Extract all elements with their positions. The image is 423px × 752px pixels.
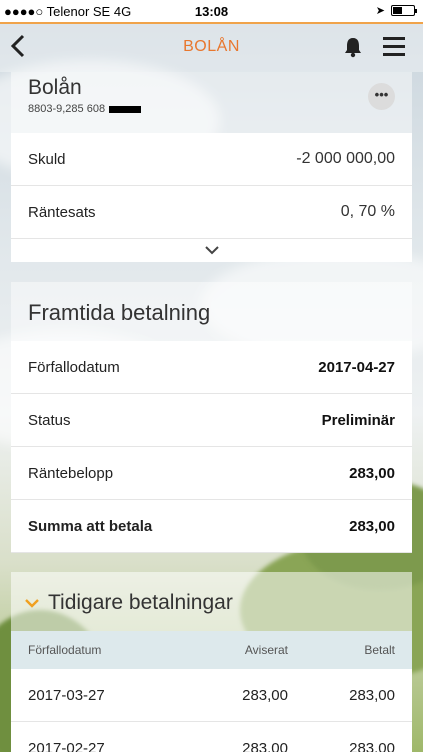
column-billed: Aviserat [244, 643, 288, 657]
table-row[interactable]: 2017-03-27 283,00 283,00 [11, 669, 412, 722]
debt-label: Skuld [28, 150, 66, 168]
upcoming-payment-title: Framtida betalning [11, 282, 412, 341]
status-label: Status [28, 411, 71, 429]
previous-payments-title: Tidigare betalningar [48, 591, 233, 614]
table-row[interactable]: 2017-02-27 283,00 283,00 [11, 722, 412, 752]
menu-button[interactable] [383, 37, 405, 57]
previous-payments-card: Tidigare betalningar Förfallodatum Avise… [11, 572, 412, 752]
status-value: Preliminär [321, 411, 395, 429]
due-date-value: 2017-04-27 [318, 358, 395, 376]
expand-details-button[interactable] [11, 239, 412, 262]
total-due-value: 283,00 [349, 517, 395, 535]
nav-bar: BOLÅN [0, 22, 423, 72]
more-options-button[interactable]: ••• [368, 83, 395, 110]
account-number: 8803-9,285 608 [28, 103, 142, 115]
due-date-label: Förfallodatum [28, 358, 120, 376]
interest-amount-row: Räntebelopp 283,00 [11, 447, 412, 500]
row-paid: 283,00 [349, 739, 395, 752]
upcoming-payment-card: Framtida betalning Förfallodatum 2017-04… [11, 282, 412, 553]
chevron-down-icon [204, 246, 219, 255]
battery-icon [391, 5, 417, 16]
account-card: Bolån 8803-9,285 608 ••• Skuld -2 000 00… [11, 72, 412, 262]
table-header: Förfallodatum Aviserat Betalt [11, 631, 412, 669]
total-due-label: Summa att betala [28, 517, 153, 535]
accent-line [0, 22, 423, 24]
account-name: Bolån [28, 76, 82, 99]
previous-payments-toggle[interactable]: Tidigare betalningar [11, 572, 412, 631]
redaction-bar [109, 105, 142, 113]
interest-amount-value: 283,00 [349, 464, 395, 482]
interest-rate-row: Räntesats 0, 70 % [11, 186, 412, 239]
debt-row: Skuld -2 000 000,00 [11, 133, 412, 186]
debt-value: -2 000 000,00 [296, 150, 395, 167]
interest-rate-label: Räntesats [28, 203, 96, 221]
hamburger-menu-icon [383, 37, 405, 40]
notifications-button[interactable] [343, 36, 363, 58]
interest-amount-label: Räntebelopp [28, 464, 114, 482]
column-paid: Betalt [364, 643, 395, 657]
status-time: 13:08 [194, 4, 229, 19]
row-billed: 283,00 [242, 739, 288, 752]
chevron-down-icon [25, 599, 39, 608]
row-billed: 283,00 [242, 686, 288, 704]
total-due-row: Summa att betala 283,00 [11, 500, 412, 553]
row-due-date: 2017-03-27 [28, 686, 105, 704]
status-bar: ●●●●○ Telenor SE 4G 13:08 ➤ [0, 0, 423, 22]
status-row: Status Preliminär [11, 394, 412, 447]
row-paid: 283,00 [349, 686, 395, 704]
column-due-date: Förfallodatum [28, 643, 102, 657]
interest-rate-value: 0, 70 % [340, 203, 395, 220]
bell-icon [345, 38, 361, 58]
location-icon: ➤ [375, 5, 385, 17]
due-date-row: Förfallodatum 2017-04-27 [11, 341, 412, 394]
account-header: Bolån 8803-9,285 608 ••• [11, 72, 412, 133]
row-due-date: 2017-02-27 [28, 739, 105, 752]
